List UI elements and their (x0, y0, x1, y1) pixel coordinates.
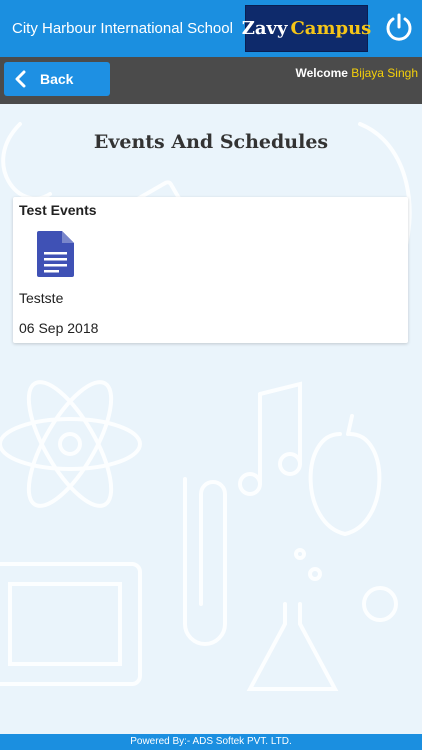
event-category-title: Test Events (19, 202, 97, 218)
event-name: Testste (19, 290, 64, 306)
app-header: City Harbour International School Zavy Ca… (0, 0, 422, 57)
back-button[interactable]: Back (4, 62, 110, 96)
document-icon[interactable] (37, 231, 74, 277)
footer-credit: Powered By:- ADS Softek PVT. LTD. (0, 734, 422, 750)
school-name: City Harbour International School (12, 20, 233, 37)
logo-word-campus: Campus (290, 18, 372, 39)
chevron-left-icon (15, 70, 26, 88)
welcome-label: Welcome (295, 66, 348, 80)
logo-word-zavy: Zavy (241, 18, 288, 39)
navigation-bar: Back Welcome Bijaya Singh (0, 57, 422, 104)
power-icon (386, 13, 412, 41)
welcome-message: Welcome Bijaya Singh (295, 66, 418, 80)
event-card[interactable]: Test Events Testste 06 Sep 2018 (13, 197, 408, 343)
user-name: Bijaya Singh (351, 66, 418, 80)
event-date: 06 Sep 2018 (19, 320, 99, 336)
back-button-label: Back (40, 71, 74, 87)
page-title: Events And Schedules (93, 131, 329, 153)
logout-button[interactable] (383, 10, 415, 46)
zavy-campus-logo: Zavy Campus (241, 5, 372, 52)
